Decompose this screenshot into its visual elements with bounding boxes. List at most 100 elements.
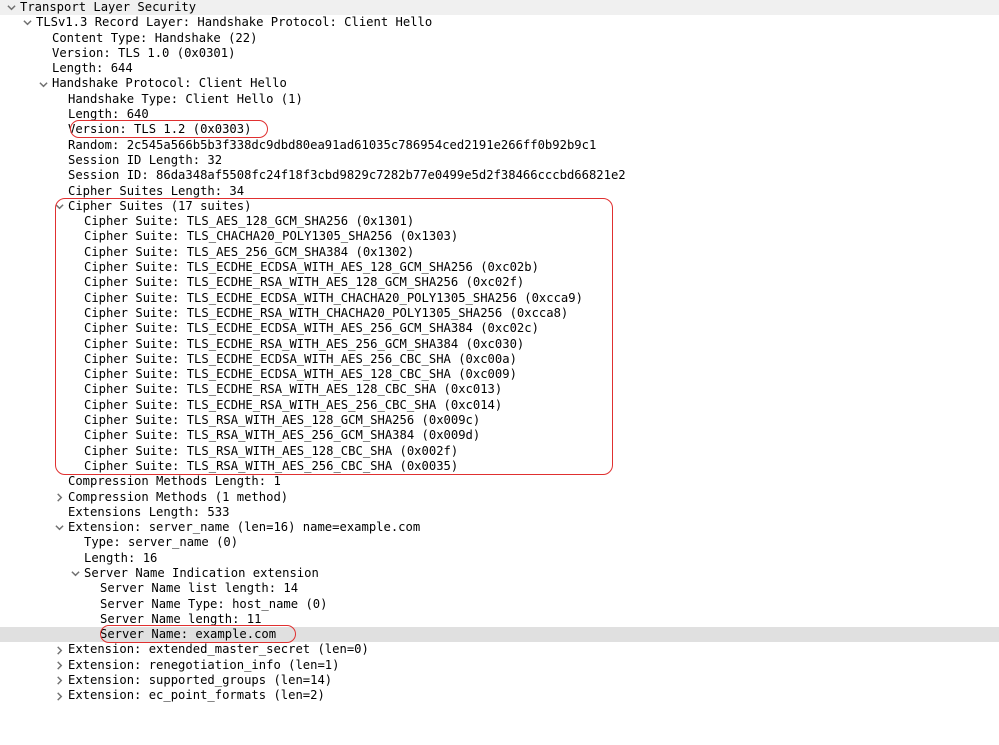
- tree-node[interactable]: Length: 16: [0, 551, 999, 566]
- tree-node[interactable]: Length: 640: [0, 107, 999, 122]
- tree-node-label: Version: TLS 1.0 (0x0301): [50, 46, 235, 61]
- tree-node-label: Server Name Indication extension: [82, 566, 319, 581]
- tree-node-label: Handshake Protocol: Client Hello: [50, 76, 287, 91]
- tree-node-expandable[interactable]: Extension: renegotiation_info (len=1): [0, 658, 999, 673]
- tree-node-label: Compression Methods (1 method): [66, 490, 288, 505]
- tree-node[interactable]: Cipher Suite: TLS_ECDHE_RSA_WITH_AES_256…: [0, 337, 999, 352]
- tree-node-label: Cipher Suite: TLS_RSA_WITH_AES_128_GCM_S…: [82, 413, 480, 428]
- tree-node-label: Cipher Suites (17 suites): [66, 199, 251, 214]
- chevron-down-icon[interactable]: [4, 3, 18, 12]
- tree-node-label: Cipher Suite: TLS_ECDHE_RSA_WITH_AES_128…: [82, 382, 502, 397]
- tree-node-label: Cipher Suite: TLS_RSA_WITH_AES_256_CBC_S…: [82, 459, 458, 474]
- tree-node[interactable]: Cipher Suite: TLS_ECDHE_RSA_WITH_AES_128…: [0, 382, 999, 397]
- tree-node-expandable[interactable]: Handshake Protocol: Client Hello: [0, 76, 999, 91]
- tree-node-expandable[interactable]: Extension: supported_groups (len=14): [0, 673, 999, 688]
- tree-node[interactable]: Session ID: 86da348af5508fc24f18f3cbd982…: [0, 168, 999, 183]
- tree-node-expandable[interactable]: Extension: ec_point_formats (len=2): [0, 688, 999, 703]
- tree-node-label: Extensions Length: 533: [66, 505, 229, 520]
- tree-node-label: Session ID Length: 32: [66, 153, 222, 168]
- tree-node-label: Cipher Suite: TLS_CHACHA20_POLY1305_SHA2…: [82, 229, 458, 244]
- protocol-tree[interactable]: Transport Layer SecurityTLSv1.3 Record L…: [0, 0, 999, 704]
- tree-node-label: Extension: ec_point_formats (len=2): [66, 688, 325, 703]
- tree-node[interactable]: Cipher Suite: TLS_RSA_WITH_AES_128_GCM_S…: [0, 413, 999, 428]
- tree-node[interactable]: Cipher Suite: TLS_RSA_WITH_AES_256_CBC_S…: [0, 459, 999, 474]
- tree-node-expandable[interactable]: Transport Layer Security: [0, 0, 999, 15]
- tree-node[interactable]: Cipher Suite: TLS_ECDHE_RSA_WITH_AES_256…: [0, 398, 999, 413]
- tree-node[interactable]: Cipher Suite: TLS_ECDHE_RSA_WITH_CHACHA2…: [0, 306, 999, 321]
- tree-node[interactable]: Server Name length: 11: [0, 612, 999, 627]
- tree-node-label: Length: 16: [82, 551, 157, 566]
- chevron-right-icon[interactable]: [52, 676, 66, 685]
- tree-node-label: Server Name list length: 14: [98, 581, 298, 596]
- tree-node[interactable]: Extensions Length: 533: [0, 505, 999, 520]
- tree-node-label: Cipher Suite: TLS_ECDHE_RSA_WITH_CHACHA2…: [82, 306, 568, 321]
- tree-node-expandable[interactable]: Cipher Suites (17 suites): [0, 199, 999, 214]
- tree-node[interactable]: Server Name: example.com: [0, 627, 999, 642]
- tree-node[interactable]: Cipher Suite: TLS_ECDHE_ECDSA_WITH_CHACH…: [0, 291, 999, 306]
- tree-node-label: Handshake Type: Client Hello (1): [66, 92, 303, 107]
- chevron-right-icon[interactable]: [52, 493, 66, 502]
- tree-node[interactable]: Server Name Type: host_name (0): [0, 597, 999, 612]
- tree-node[interactable]: Cipher Suite: TLS_RSA_WITH_AES_256_GCM_S…: [0, 428, 999, 443]
- tree-node-label: Extension: server_name (len=16) name=exa…: [66, 520, 420, 535]
- tree-node-label: Length: 640: [66, 107, 149, 122]
- tree-node[interactable]: Random: 2c545a566b5b3f338dc9dbd80ea91ad6…: [0, 138, 999, 153]
- tree-node[interactable]: Cipher Suites Length: 34: [0, 184, 999, 199]
- tree-node-label: Cipher Suite: TLS_ECDHE_RSA_WITH_AES_256…: [82, 398, 502, 413]
- tree-node-label: Server Name: example.com: [98, 627, 276, 642]
- tree-node-label: Compression Methods Length: 1: [66, 474, 281, 489]
- tree-node-label: Cipher Suite: TLS_ECDHE_ECDSA_WITH_AES_2…: [82, 352, 517, 367]
- tree-node[interactable]: Handshake Type: Client Hello (1): [0, 92, 999, 107]
- tree-node[interactable]: Server Name list length: 14: [0, 581, 999, 596]
- tree-node[interactable]: Version: TLS 1.2 (0x0303): [0, 122, 999, 137]
- tree-node[interactable]: Cipher Suite: TLS_RSA_WITH_AES_128_CBC_S…: [0, 444, 999, 459]
- tree-node-label: Version: TLS 1.2 (0x0303): [66, 122, 251, 137]
- chevron-right-icon[interactable]: [52, 692, 66, 701]
- chevron-down-icon[interactable]: [52, 523, 66, 532]
- tree-node-label: Cipher Suite: TLS_ECDHE_ECDSA_WITH_AES_1…: [82, 367, 517, 382]
- tree-node-label: Cipher Suite: TLS_RSA_WITH_AES_256_GCM_S…: [82, 428, 480, 443]
- tree-node[interactable]: Cipher Suite: TLS_ECDHE_ECDSA_WITH_AES_2…: [0, 321, 999, 336]
- tree-node-expandable[interactable]: Server Name Indication extension: [0, 566, 999, 581]
- tree-node[interactable]: Version: TLS 1.0 (0x0301): [0, 46, 999, 61]
- tree-node[interactable]: Type: server_name (0): [0, 535, 999, 550]
- tree-node-label: Cipher Suite: TLS_AES_128_GCM_SHA256 (0x…: [82, 214, 414, 229]
- tree-node-label: Server Name length: 11: [98, 612, 261, 627]
- chevron-down-icon[interactable]: [36, 80, 50, 89]
- tree-node[interactable]: Content Type: Handshake (22): [0, 31, 999, 46]
- tree-node-label: Content Type: Handshake (22): [50, 31, 257, 46]
- tree-node-label: Cipher Suite: TLS_ECDHE_RSA_WITH_AES_256…: [82, 337, 524, 352]
- tree-node[interactable]: Cipher Suite: TLS_ECDHE_RSA_WITH_AES_128…: [0, 275, 999, 290]
- tree-node[interactable]: Cipher Suite: TLS_ECDHE_ECDSA_WITH_AES_1…: [0, 260, 999, 275]
- tree-node[interactable]: Cipher Suite: TLS_ECDHE_ECDSA_WITH_AES_2…: [0, 352, 999, 367]
- tree-node-label: Server Name Type: host_name (0): [98, 597, 327, 612]
- tree-node[interactable]: Cipher Suite: TLS_ECDHE_ECDSA_WITH_AES_1…: [0, 367, 999, 382]
- tree-node-label: Cipher Suites Length: 34: [66, 184, 244, 199]
- chevron-down-icon[interactable]: [68, 569, 82, 578]
- tree-node-label: Type: server_name (0): [82, 535, 238, 550]
- tree-node[interactable]: Cipher Suite: TLS_CHACHA20_POLY1305_SHA2…: [0, 229, 999, 244]
- tree-node-label: Random: 2c545a566b5b3f338dc9dbd80ea91ad6…: [66, 138, 596, 153]
- tree-node-label: Cipher Suite: TLS_AES_256_GCM_SHA384 (0x…: [82, 245, 414, 260]
- tree-node-label: Length: 644: [50, 61, 133, 76]
- tree-node-label: Cipher Suite: TLS_ECDHE_ECDSA_WITH_AES_1…: [82, 260, 539, 275]
- tree-node-label: Cipher Suite: TLS_ECDHE_ECDSA_WITH_CHACH…: [82, 291, 583, 306]
- tree-node-label: Session ID: 86da348af5508fc24f18f3cbd982…: [66, 168, 626, 183]
- tree-node[interactable]: Compression Methods Length: 1: [0, 474, 999, 489]
- tree-node-label: TLSv1.3 Record Layer: Handshake Protocol…: [34, 15, 432, 30]
- tree-node-expandable[interactable]: TLSv1.3 Record Layer: Handshake Protocol…: [0, 15, 999, 30]
- tree-node-expandable[interactable]: Extension: extended_master_secret (len=0…: [0, 642, 999, 657]
- tree-node[interactable]: Cipher Suite: TLS_AES_128_GCM_SHA256 (0x…: [0, 214, 999, 229]
- tree-node[interactable]: Session ID Length: 32: [0, 153, 999, 168]
- tree-node-label: Extension: supported_groups (len=14): [66, 673, 332, 688]
- chevron-down-icon[interactable]: [52, 202, 66, 211]
- tree-node-label: Extension: renegotiation_info (len=1): [66, 658, 340, 673]
- tree-node[interactable]: Length: 644: [0, 61, 999, 76]
- chevron-right-icon[interactable]: [52, 661, 66, 670]
- tree-node-expandable[interactable]: Compression Methods (1 method): [0, 490, 999, 505]
- chevron-down-icon[interactable]: [20, 18, 34, 27]
- tree-node[interactable]: Cipher Suite: TLS_AES_256_GCM_SHA384 (0x…: [0, 245, 999, 260]
- chevron-right-icon[interactable]: [52, 646, 66, 655]
- tree-node-label: Cipher Suite: TLS_ECDHE_ECDSA_WITH_AES_2…: [82, 321, 539, 336]
- tree-node-expandable[interactable]: Extension: server_name (len=16) name=exa…: [0, 520, 999, 535]
